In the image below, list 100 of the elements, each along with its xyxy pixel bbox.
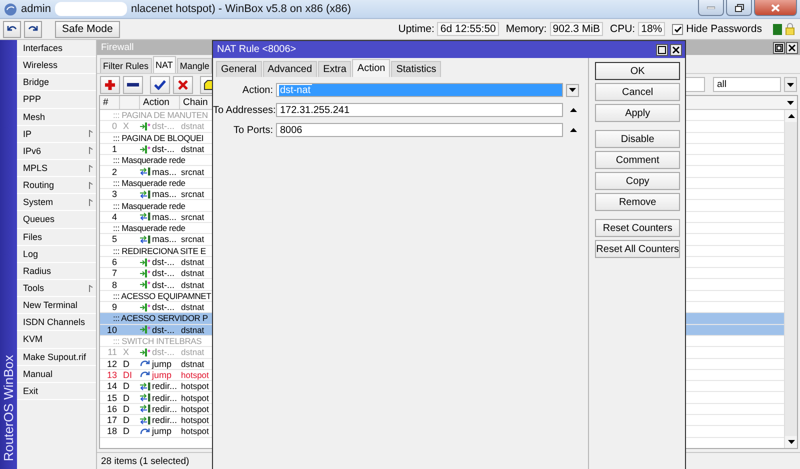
tab[interactable]: General	[216, 61, 262, 77]
tab[interactable]: Filter Rules	[100, 58, 152, 73]
menu-item[interactable]: IPv6	[17, 142, 96, 160]
safe-mode-button[interactable]: Safe Mode	[55, 20, 120, 38]
menu-item[interactable]: Exit	[17, 382, 96, 400]
menu-item[interactable]: Wireless	[17, 57, 96, 74]
restore-icon	[775, 44, 783, 52]
dialog-button[interactable]: OK	[595, 62, 680, 80]
maximize-button[interactable]	[656, 44, 668, 56]
dialog-button[interactable]: Copy	[595, 172, 680, 190]
input-field[interactable]: 8006	[276, 123, 563, 137]
enable-button[interactable]	[150, 76, 170, 94]
dialog-button[interactable]: Remove	[595, 193, 680, 211]
dialog-button[interactable]: Reset All Counters	[595, 240, 680, 258]
dialog-button[interactable]: Apply	[595, 104, 680, 122]
scrollbar[interactable]	[784, 110, 797, 448]
submenu-arrow-icon	[89, 130, 93, 138]
scroll-down-button[interactable]	[785, 436, 797, 448]
table-cell-text: D	[122, 381, 130, 392]
dialog-button[interactable]: Disable	[595, 130, 680, 148]
tab[interactable]: Advanced	[262, 61, 318, 77]
table-cell: dstnat	[180, 280, 204, 290]
menu-item[interactable]: Radius	[17, 262, 96, 280]
submenu-arrow-icon	[89, 198, 93, 206]
menu-item[interactable]: MPLS	[17, 160, 96, 178]
double-arrow-icon	[140, 416, 151, 425]
hide-passwords-checkbox[interactable]	[672, 24, 684, 34]
menu-item[interactable]: System	[17, 194, 96, 212]
dropdown-button[interactable]	[566, 84, 579, 96]
double-arrow-icon	[140, 393, 151, 402]
cross-icon	[178, 80, 188, 90]
redo-button[interactable]	[24, 20, 42, 38]
table-cell: hotspot	[180, 404, 209, 414]
menu-item[interactable]: Make Supout.rif	[17, 348, 96, 366]
redo-icon	[28, 25, 38, 33]
tab[interactable]: NAT	[152, 56, 176, 73]
close-button[interactable]	[670, 44, 682, 56]
table-cell: mas...	[152, 234, 177, 244]
scroll-up-button[interactable]	[785, 110, 797, 122]
check-icon	[674, 26, 682, 32]
table-cell: jump	[152, 370, 172, 380]
menu-item[interactable]: Manual	[17, 366, 96, 383]
double-arrow-icon	[140, 234, 151, 244]
dialog-button[interactable]: Comment	[595, 151, 680, 169]
menu-item[interactable]: Log	[17, 246, 96, 263]
status-square-icon	[773, 24, 782, 34]
table-cell-text: 12	[106, 358, 118, 369]
menu-item[interactable]: Files	[17, 228, 96, 246]
dialog-button[interactable]: Cancel	[595, 83, 680, 101]
submenu-arrow-icon	[89, 182, 93, 189]
table-cell: dstnat	[180, 268, 204, 278]
filter-dropdown[interactable]: all	[713, 77, 781, 92]
table-cell: dst-...	[152, 121, 175, 132]
menu-item[interactable]: ISDN Channels	[17, 314, 96, 332]
table-cell-text: 10	[106, 324, 118, 335]
rule-comment: ::: REDIRECIONA SITE E	[112, 246, 206, 256]
menu-item[interactable]: Queues	[17, 211, 96, 229]
menu-item[interactable]: New Terminal	[17, 297, 96, 314]
restore-button[interactable]	[726, 0, 752, 16]
plus-icon	[104, 78, 116, 90]
table-cell: dstnat	[180, 358, 204, 369]
tab[interactable]: Statistics	[391, 61, 442, 77]
menu-item[interactable]: Mesh	[17, 108, 96, 126]
window-title: admin	[21, 3, 51, 15]
remove-button[interactable]	[123, 76, 143, 94]
tab[interactable]: Action	[352, 59, 390, 77]
column-header[interactable]: #	[100, 96, 120, 109]
undo-button[interactable]	[3, 20, 21, 38]
rule-comment: ::: Masquerade rede	[112, 223, 186, 234]
status-label: CPU:	[610, 23, 636, 35]
undo-icon	[7, 25, 17, 33]
table-cell-text: D	[122, 358, 130, 369]
loop-arrow-icon	[140, 370, 151, 380]
table-cell: dst-...	[152, 347, 175, 358]
menu-item[interactable]: Routing	[17, 177, 96, 194]
minimize-icon	[707, 6, 715, 9]
disable-button[interactable]	[173, 76, 193, 94]
table-cell-text: 9	[110, 302, 118, 312]
tab[interactable]: Extra	[318, 61, 352, 77]
double-arrow-icon	[140, 382, 151, 391]
table-cell: hotspot	[180, 392, 209, 403]
dropdown-button[interactable]	[784, 77, 797, 92]
menu-item[interactable]: Interfaces	[17, 40, 96, 58]
tab[interactable]: Mangle	[176, 58, 212, 73]
dialog-button[interactable]: Reset Counters	[595, 219, 680, 237]
menu-item[interactable]: IP	[17, 126, 96, 143]
restore-button[interactable]	[773, 42, 785, 54]
table-cell-text: D	[122, 415, 130, 426]
input-field[interactable]: 172.31.255.241	[276, 103, 563, 117]
menu-item[interactable]: Bridge	[17, 74, 96, 92]
add-button[interactable]	[100, 76, 120, 94]
table-cell-text: X	[122, 347, 130, 358]
menu-item[interactable]: KVM	[17, 331, 96, 349]
column-header[interactable]: Action	[140, 96, 180, 109]
menu-item[interactable]: PPP	[17, 91, 96, 109]
table-cell: srcnat	[180, 212, 204, 222]
table-cell-text: 8	[110, 280, 118, 290]
arrow-bar-icon	[140, 302, 151, 312]
menu-item[interactable]: Tools	[17, 280, 96, 298]
close-button[interactable]	[786, 42, 798, 54]
